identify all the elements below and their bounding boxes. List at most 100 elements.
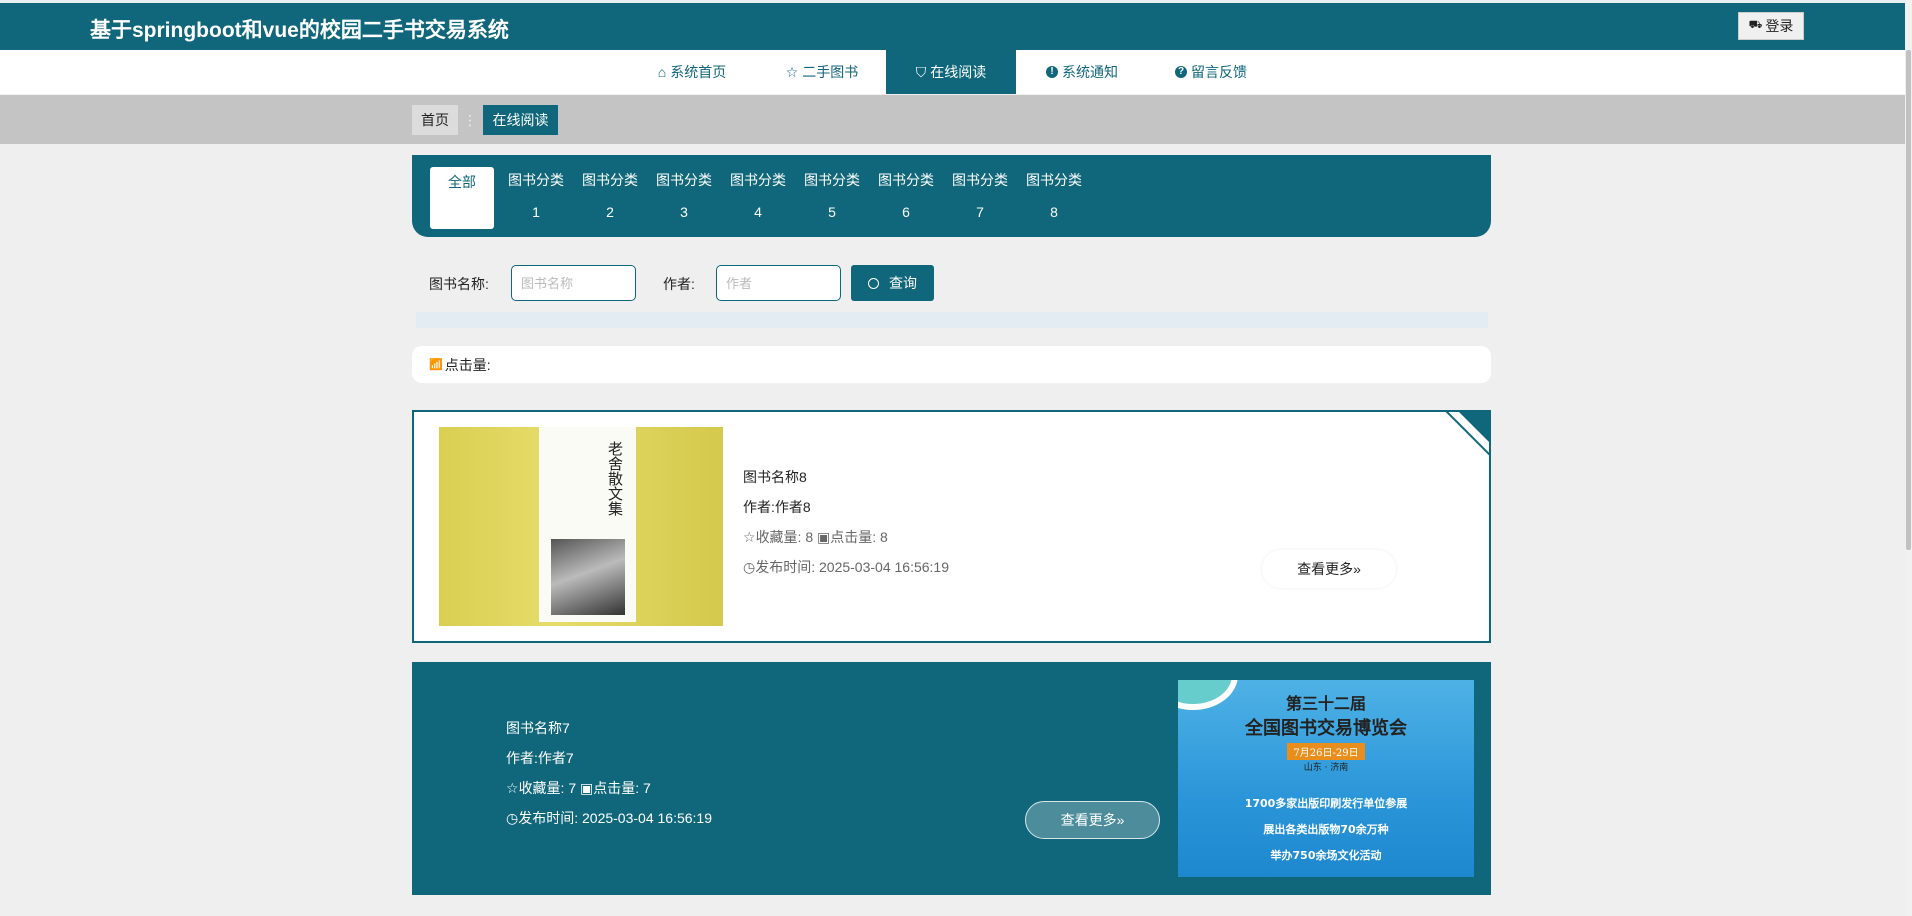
click-label: 点击量:	[593, 780, 640, 796]
poster-line2: 全国图书交易博览会	[1245, 718, 1407, 739]
category-label: 图书分类	[804, 172, 860, 188]
category-item[interactable]: 图书分类 4	[726, 167, 790, 229]
publish-time: 2025-03-04 16:56:19	[819, 559, 949, 575]
view-more-button[interactable]: 查看更多»	[1025, 801, 1160, 839]
category-number: 3	[680, 204, 688, 220]
cover-title: 老舍散文集	[606, 441, 624, 516]
login-button[interactable]: ⛟ 登录	[1738, 12, 1804, 40]
book-card[interactable]: 老舍散文集 图书名称8 作者:作者8 ☆收藏量: 8 ▣点击量: 8 ◷发布时间…	[412, 410, 1491, 643]
category-item[interactable]: 图书分类 7	[948, 167, 1012, 229]
book-cover-image[interactable]: 第三十二届 全国图书交易博览会 7月26日-29日 山东 · 济南 1700多家…	[1178, 680, 1474, 877]
info-icon: !	[1046, 66, 1058, 78]
site-title: 基于springboot和vue的校园二手书交易系统	[90, 19, 509, 42]
author-label: 作者:	[663, 276, 695, 292]
category-label: 图书分类	[508, 172, 564, 188]
poster-stat1: 1700多家出版印刷发行单位参展	[1244, 797, 1408, 810]
corner-ribbon	[1445, 410, 1491, 456]
author-input[interactable]	[716, 265, 841, 301]
category-panel: 全部 图书分类 1 图书分类 2 图书分类 3 图书分类 4 图书分类 5 图书分类 6 图书分类 7 图书…	[412, 155, 1491, 237]
category-number: 7	[976, 204, 984, 220]
clock-icon: ◷	[743, 559, 756, 575]
nav-label: 在线阅读	[930, 64, 987, 80]
category-label: 图书分类	[582, 172, 638, 188]
category-number: 1	[532, 204, 540, 220]
bag-icon: ⛉	[915, 63, 927, 80]
nav-label: 系统首页	[670, 64, 727, 80]
category-label: 图书分类	[878, 172, 934, 188]
click-count: 8	[880, 529, 888, 545]
search-icon	[868, 277, 879, 289]
category-number: 4	[754, 204, 762, 220]
main-nav: ⌂ 系统首页 ☆ 二手图书 ⛉ 在线阅读 ! 系统通知 ? 留言反馈	[0, 50, 1905, 94]
nav-label: 二手图书	[802, 64, 859, 80]
scrollbar-thumb[interactable]	[1906, 50, 1911, 550]
time-label: 发布时间:	[518, 810, 579, 826]
category-number: 5	[828, 204, 836, 220]
book-meta: 图书名称8 作者:作者8 ☆收藏量: 8 ▣点击量: 8 ◷发布时间: 2025…	[743, 462, 949, 582]
category-number: 8	[1050, 204, 1058, 220]
book-meta: 图书名称7 作者:作者7 ☆收藏量: 7 ▣点击量: 7 ◷发布时间: 2025…	[506, 713, 712, 833]
breadcrumb-current: 在线阅读	[483, 105, 558, 135]
question-icon: ?	[1175, 66, 1187, 78]
divider-strip	[416, 312, 1488, 328]
category-number: 2	[606, 204, 614, 220]
view-more-button[interactable]: 查看更多»	[1262, 550, 1396, 588]
nav-label: 留言反馈	[1191, 64, 1247, 80]
category-label: 图书分类	[730, 172, 786, 188]
poster-date: 7月26日-29日	[1287, 743, 1365, 760]
nav-item-feedback[interactable]: ? 留言反馈	[1173, 50, 1249, 94]
category-item[interactable]: 图书分类 8	[1022, 167, 1086, 229]
category-item[interactable]: 图书分类 6	[874, 167, 938, 229]
nav-item-notice[interactable]: ! 系统通知	[1045, 50, 1119, 94]
category-label: 图书分类	[1026, 172, 1082, 188]
category-item[interactable]: 图书分类 1	[504, 167, 568, 229]
truck-icon: ⛟	[1748, 19, 1763, 31]
login-label: 登录	[1765, 18, 1794, 34]
poster-stat3: 举办750余场文化活动	[1270, 849, 1382, 862]
star-icon: ☆	[506, 780, 519, 796]
search-button-label: 查询	[889, 275, 917, 291]
view-icon: ▣	[817, 529, 831, 545]
publish-time: 2025-03-04 16:56:19	[582, 810, 712, 826]
category-number: 6	[902, 204, 910, 220]
book-name: 图书名称8	[743, 469, 807, 485]
book-author: 作者:作者8	[743, 499, 811, 515]
breadcrumb-separator: ⋮	[463, 111, 477, 128]
book-cover-image[interactable]: 老舍散文集	[439, 427, 723, 626]
breadcrumb: 首页 ⋮ 在线阅读	[0, 95, 1905, 144]
sort-label: 点击量:	[444, 356, 491, 373]
nav-label: 系统通知	[1062, 64, 1118, 80]
click-label: 点击量:	[830, 529, 877, 545]
category-label: 图书分类	[656, 172, 712, 188]
fav-label: 收藏量:	[518, 780, 565, 796]
book-name-input[interactable]	[511, 265, 636, 301]
nav-item-reading[interactable]: ⛉ 在线阅读	[886, 50, 1016, 94]
sort-by-clicks[interactable]: 📶 点击量:	[412, 346, 1491, 383]
nav-item-books[interactable]: ☆ 二手图书	[784, 50, 860, 94]
book-card[interactable]: 图书名称7 作者:作者7 ☆收藏量: 7 ▣点击量: 7 ◷发布时间: 2025…	[412, 662, 1491, 895]
view-icon: ▣	[580, 780, 594, 796]
fav-count: 7	[568, 780, 577, 796]
click-count: 7	[643, 780, 651, 796]
cover-label: 老舍散文集	[539, 427, 636, 622]
fav-count: 8	[805, 529, 814, 545]
star-icon: ☆	[743, 529, 756, 545]
breadcrumb-home[interactable]: 首页	[412, 105, 458, 135]
category-item[interactable]: 图书分类 5	[800, 167, 864, 229]
category-all[interactable]: 全部	[430, 167, 494, 229]
chart-icon: 📶	[429, 359, 443, 371]
time-label: 发布时间:	[755, 559, 816, 575]
book-name: 图书名称7	[506, 720, 570, 736]
poster-stat2: 展出各类出版物70余万种	[1263, 823, 1389, 836]
home-icon: ⌂	[657, 64, 667, 80]
search-button[interactable]: 查询	[851, 265, 934, 301]
category-item[interactable]: 图书分类 2	[578, 167, 642, 229]
nav-item-home[interactable]: ⌂ 系统首页	[655, 50, 729, 94]
poster-place: 山东 · 济南	[1303, 763, 1349, 773]
category-label: 图书分类	[952, 172, 1008, 188]
star-icon: ☆	[785, 63, 799, 80]
author-photo	[551, 539, 625, 615]
category-item[interactable]: 图书分类 3	[652, 167, 716, 229]
fav-label: 收藏量:	[755, 529, 802, 545]
book-author: 作者:作者7	[506, 750, 574, 766]
